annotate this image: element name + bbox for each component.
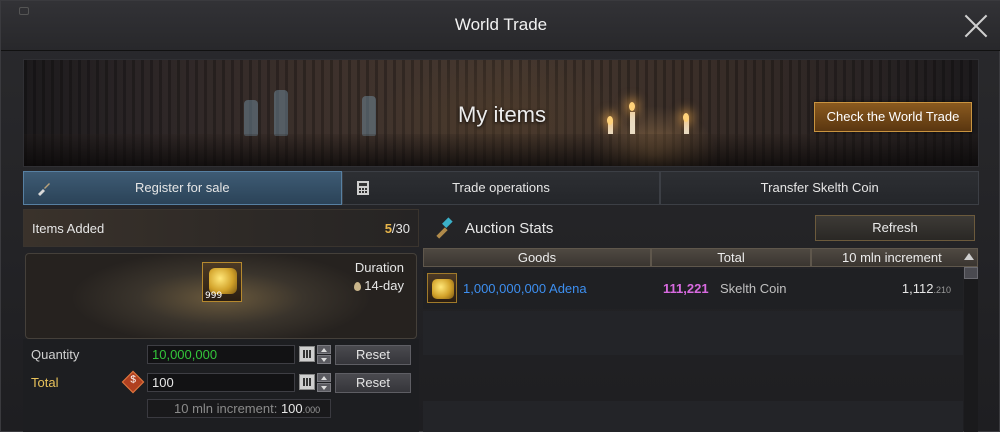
items-count: 5/30: [385, 221, 410, 236]
duration-text: 14-day: [364, 278, 404, 293]
increment-field: 10 mln increment: 100.000: [147, 399, 331, 418]
window-title: World Trade: [454, 15, 548, 34]
goods-name: 1,000,000,000 Adena: [463, 281, 587, 296]
tab-label: Register for sale: [135, 180, 230, 195]
increment-row: 10 mln increment: 100.000: [23, 399, 419, 419]
increment-decimal: .000: [302, 405, 321, 415]
item-preview: 999 Duration 14-day: [25, 253, 417, 339]
total-stepper[interactable]: [317, 373, 331, 392]
lock-icon: [19, 7, 29, 15]
refresh-button[interactable]: Refresh: [815, 215, 975, 241]
empty-row: [423, 401, 963, 432]
tab-register-for-sale[interactable]: Register for sale: [23, 171, 342, 205]
increment-label: 10 mln increment:: [174, 401, 278, 416]
sale-form: Quantity 10,000,000 Reset Total $ 100 Re…: [23, 339, 419, 432]
register-panel: Items Added 5/30 999 Duration 14-day Qua…: [23, 209, 419, 432]
auction-stats-title: Auction Stats: [465, 220, 554, 237]
stepper-up-icon[interactable]: [317, 373, 331, 382]
total-reset-button[interactable]: Reset: [335, 373, 411, 393]
increment-main: 1,112: [901, 281, 934, 296]
quantity-label: Quantity: [31, 347, 80, 362]
column-header-total[interactable]: Total: [651, 248, 811, 267]
calculator-icon[interactable]: [299, 374, 315, 390]
title-bar: World Trade: [1, 1, 1000, 51]
items-added-header: Items Added 5/30: [23, 209, 419, 247]
calculator-icon[interactable]: [299, 346, 315, 362]
items-count-current: 5: [384, 221, 392, 236]
tab-label: Trade operations: [452, 180, 550, 195]
quantity-row: Quantity 10,000,000 Reset: [23, 345, 419, 365]
drop-icon: [354, 282, 362, 291]
stepper-down-icon[interactable]: [317, 383, 331, 392]
items-count-max: /30: [391, 221, 410, 236]
duration-value: 14-day: [354, 278, 404, 293]
total-amount: 111,221: [663, 281, 709, 296]
tab-bar: Register for sale Trade operations Trans…: [23, 171, 980, 205]
quantity-stepper[interactable]: [317, 345, 331, 364]
quantity-input[interactable]: 10,000,000: [147, 345, 295, 364]
empty-row: [423, 311, 963, 355]
check-world-trade-button[interactable]: Check the World Trade: [814, 102, 972, 132]
gavel-icon: [436, 217, 453, 239]
total-unit: Skelth Coin: [720, 281, 787, 296]
shelf-decoration: [24, 134, 978, 166]
auction-stats-panel: Auction Stats Refresh Goods Total 10 mln…: [423, 209, 979, 432]
scroll-up-icon[interactable]: [963, 250, 975, 265]
duration-label: Duration: [354, 260, 404, 275]
treasure-chest-icon: [427, 273, 457, 303]
total-input[interactable]: 100: [147, 373, 295, 392]
column-header-goods[interactable]: Goods: [423, 248, 651, 267]
increment-amount: 1,112.210: [902, 281, 951, 296]
table-row[interactable]: 1,000,000,000 Adena 111,221 Skelth Coin …: [423, 269, 963, 309]
tab-trade-operations[interactable]: Trade operations: [341, 171, 661, 205]
close-icon[interactable]: [963, 13, 989, 39]
tab-transfer-skelth-coin[interactable]: Transfer Skelth Coin: [660, 171, 980, 205]
items-added-label: Items Added: [32, 221, 105, 236]
item-slot-quantity: 999: [205, 291, 223, 301]
total-row: Total $ 100 Reset: [23, 370, 419, 394]
skelth-coin-icon: $: [121, 370, 145, 394]
quantity-reset-button[interactable]: Reset: [335, 345, 411, 365]
item-slot[interactable]: 999: [202, 262, 242, 302]
world-trade-window: World Trade My items Check the World Tra…: [0, 0, 1000, 432]
scrollbar[interactable]: [964, 267, 978, 432]
tab-label: Transfer Skelth Coin: [760, 180, 879, 195]
increment-fraction: .210: [933, 285, 951, 295]
broom-icon: [38, 183, 50, 196]
column-header-increment[interactable]: 10 mln increment: [811, 248, 978, 267]
banner: My items Check the World Trade: [23, 59, 979, 167]
increment-value: 100: [280, 401, 303, 416]
calculator-icon: [356, 181, 369, 195]
stepper-down-icon[interactable]: [317, 355, 331, 364]
stepper-up-icon[interactable]: [317, 345, 331, 354]
total-label: Total: [31, 375, 59, 390]
scroll-thumb[interactable]: [964, 267, 978, 279]
